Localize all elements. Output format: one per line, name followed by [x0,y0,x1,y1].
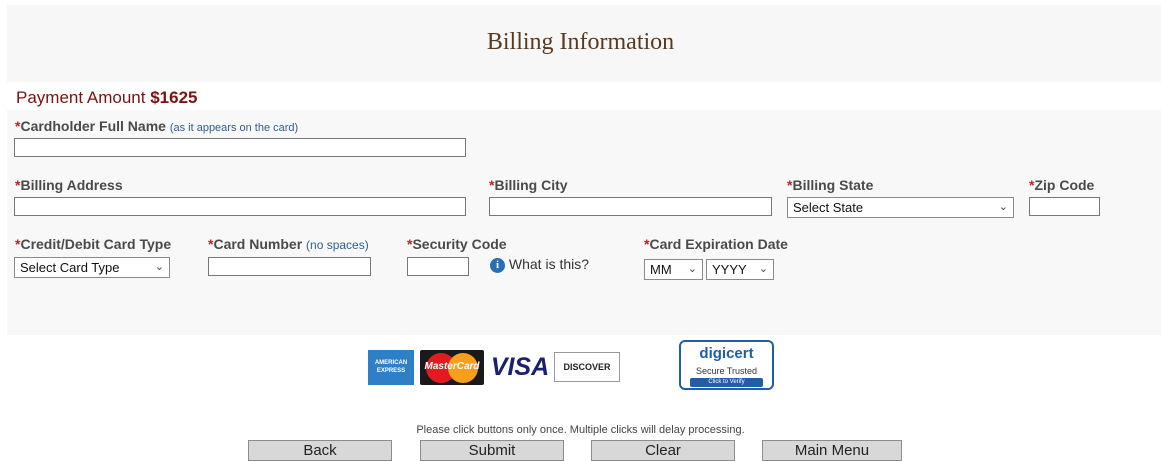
digicert-sub: Secure Trusted [695,366,758,376]
billing-state-select[interactable]: Select State ⌄ [787,197,1014,218]
expiration-month-select[interactable]: MM ⌄ [644,259,703,280]
cardholder-label-text: Cardholder Full Name [20,118,166,134]
chevron-down-icon: ⌄ [998,201,1008,213]
card-number-label-text: Card Number [213,236,303,252]
zip-code-label-text: Zip Code [1034,177,1095,193]
chevron-down-icon: ⌄ [154,261,164,273]
card-type-label: *Credit/Debit Card Type [15,236,171,252]
card-number-input[interactable] [208,257,371,276]
billing-city-input[interactable] [489,197,772,216]
security-code-input[interactable] [407,257,469,276]
card-type-value: Select Card Type [20,260,120,275]
billing-state-value: Select State [793,200,864,215]
submit-button[interactable]: Submit [420,440,564,461]
chevron-down-icon: ⌄ [687,263,697,275]
amex-logo-text: AMERICAN EXPRESS [374,360,408,374]
amex-logo: AMERICAN EXPRESS [368,350,414,385]
card-number-label: *Card Number (no spaces) [208,236,369,252]
cardholder-label: *Cardholder Full Name (as it appears on … [15,118,298,134]
card-type-select[interactable]: Select Card Type ⌄ [14,257,170,278]
discover-logo: DISCOVER [554,352,620,382]
security-code-help-text: What is this? [508,256,590,272]
payment-amount: Payment Amount $1625 [16,88,197,108]
main-menu-button[interactable]: Main Menu [762,440,902,461]
card-type-label-text: Credit/Debit Card Type [20,236,172,252]
digicert-verify: Click to Verify [690,378,763,387]
billing-city-label: *Billing City [489,177,568,193]
expiration-month-value: MM [650,262,672,277]
mastercard-logo-text: MasterCard [424,361,480,372]
expiration-label: *Card Expiration Date [644,236,788,252]
zip-code-label: *Zip Code [1029,177,1094,193]
billing-state-label-text: Billing State [792,177,874,193]
digicert-seal[interactable]: digicert Secure Trusted Click to Verify [679,340,774,390]
billing-address-label: *Billing Address [15,177,123,193]
billing-address-input[interactable] [14,197,466,216]
billing-state-label: *Billing State [787,177,873,193]
security-code-label: *Security Code [407,236,507,252]
mastercard-logo: MasterCard [420,350,484,385]
clear-button[interactable]: Clear [591,440,735,461]
billing-address-label-text: Billing Address [20,177,123,193]
cardholder-name-input[interactable] [14,138,466,157]
card-number-hint: (no spaces) [306,238,369,252]
chevron-down-icon: ⌄ [758,263,768,275]
security-code-help-link[interactable]: i What is this? [490,256,589,273]
billing-city-label-text: Billing City [494,177,568,193]
back-button[interactable]: Back [248,440,392,461]
expiration-year-value: YYYY [712,262,747,277]
visa-logo: VISA [490,353,550,381]
page-title: Billing Information [486,29,675,55]
cardholder-hint: (as it appears on the card) [169,122,299,134]
info-icon: i [490,257,505,273]
digicert-brand: digicert [699,345,754,362]
security-code-label-text: Security Code [412,236,507,252]
payment-value: $1625 [150,88,198,107]
payment-label: Payment Amount [16,88,146,107]
zip-code-input[interactable] [1029,197,1100,216]
expiration-year-select[interactable]: YYYY ⌄ [706,259,774,280]
processing-notice: Please click buttons only once. Multiple… [416,424,745,436]
expiration-label-text: Card Expiration Date [649,236,788,252]
